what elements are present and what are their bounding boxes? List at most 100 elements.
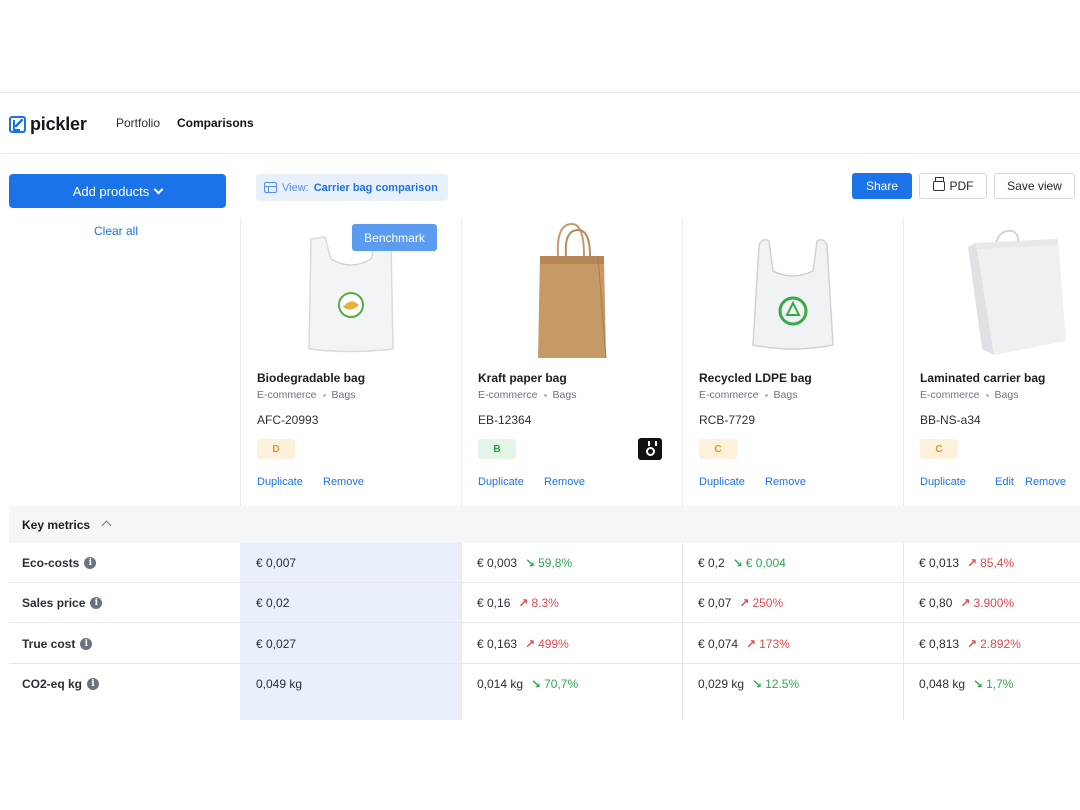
metric-cell: 0,014 kg ↘ 70,7% (477, 677, 578, 691)
arrow-down-right-icon: ↘ (732, 556, 743, 570)
printer-icon (932, 177, 945, 191)
product-card: Laminated carrier bag E-commerce Bags BB-… (903, 218, 1080, 506)
pdf-button[interactable]: PDF (919, 173, 987, 199)
metric-cell: € 0,80 ↗ 3.900% (919, 596, 1014, 610)
delta-value: 1,7% (986, 677, 1014, 691)
save-view-button[interactable]: Save view (994, 173, 1075, 199)
kraft-paper-bag-image (502, 222, 642, 359)
pdf-label: PDF (949, 179, 974, 193)
metric-cell: € 0,013 ↗ 85,4% (919, 556, 1014, 570)
table-view-icon (264, 182, 277, 193)
delta-indicator: ↘ 1,7% (973, 677, 1013, 691)
product-category: E-commerce Bags (478, 389, 576, 401)
view-name: Carrier bag comparison (313, 181, 438, 194)
pickler-logo[interactable]: pickler (9, 114, 87, 135)
metric-value: 0,048 kg (919, 677, 966, 691)
product-category: E-commerce Bags (920, 389, 1018, 401)
info-icon[interactable]: i (90, 597, 103, 609)
medal-glyph (645, 440, 657, 456)
product-actions: Duplicate Remove (478, 476, 585, 488)
nav-comparisons[interactable]: Comparisons (177, 116, 254, 130)
metric-value: € 0,074 (698, 637, 739, 651)
product-channel: E-commerce (478, 389, 538, 401)
info-icon[interactable]: i (84, 557, 97, 569)
delta-value: 3.900% (973, 596, 1015, 610)
metric-label: Sales price i (22, 596, 103, 610)
remove-link[interactable]: Remove (1025, 476, 1066, 488)
metric-value: € 0,07 (698, 596, 732, 610)
add-products-button[interactable]: Add products (9, 174, 226, 208)
product-category: E-commerce Bags (257, 389, 355, 401)
metric-value: € 0,027 (256, 637, 297, 651)
metric-cell: € 0,074 ↗ 173% (698, 637, 790, 651)
product-actions: Duplicate Remove (699, 476, 806, 488)
key-metrics-header[interactable]: Key metrics (9, 506, 1080, 543)
add-products-label: Add products (72, 183, 150, 199)
metric-cell: € 0,2 ↘ € 0,004 (698, 556, 786, 570)
delta-value: 173% (759, 637, 790, 651)
remove-link[interactable]: Remove (544, 476, 585, 488)
metric-name: True cost (22, 637, 76, 651)
edit-link[interactable]: Edit (995, 476, 1025, 488)
separator-dot (543, 393, 547, 397)
product-type: Bags (331, 389, 356, 401)
arrow-up-right-icon: ↗ (967, 637, 978, 651)
product-sku: AFC-20993 (257, 413, 319, 427)
grade-badge: C (699, 439, 737, 459)
metric-value: 0,014 kg (477, 677, 524, 691)
remove-link[interactable]: Remove (765, 476, 806, 488)
delta-indicator: ↗ 3.900% (960, 596, 1014, 610)
metric-value: € 0,80 (919, 596, 953, 610)
delta-value: 12.5% (765, 677, 800, 691)
metric-value: € 0,813 (919, 637, 960, 651)
arrow-down-right-icon: ↘ (973, 677, 984, 691)
product-name: Recycled LDPE bag (699, 371, 812, 385)
delta-indicator: ↗ 2.892% (967, 637, 1021, 651)
share-button[interactable]: Share (852, 173, 912, 199)
delta-value: € 0,004 (745, 556, 786, 570)
metric-cell: € 0,007 (256, 556, 296, 570)
chevron-down-icon (153, 184, 164, 194)
duplicate-link[interactable]: Duplicate (478, 476, 544, 488)
product-name: Biodegradable bag (257, 371, 366, 385)
delta-indicator: ↗ 8.3% (518, 596, 558, 610)
arrow-up-right-icon: ↗ (518, 596, 529, 610)
metric-value: € 0,16 (477, 596, 511, 610)
metric-value: 0,049 kg (256, 677, 303, 691)
nav-portfolio[interactable]: Portfolio (116, 116, 160, 130)
delta-indicator: ↘ € 0,004 (733, 556, 786, 570)
metric-cell: € 0,813 ↗ 2.892% (919, 637, 1021, 651)
grade-badge: D (257, 439, 295, 459)
product-card: Recycled LDPE bag E-commerce Bags RCB-772… (682, 218, 903, 506)
duplicate-link[interactable]: Duplicate (699, 476, 765, 488)
delta-indicator: ↗ 499% (525, 637, 569, 651)
product-sku: BB-NS-a34 (920, 413, 981, 427)
remove-link[interactable]: Remove (323, 476, 364, 488)
info-icon[interactable]: i (87, 678, 100, 690)
product-type: Bags (552, 389, 577, 401)
product-channel: E-commerce (257, 389, 317, 401)
duplicate-link[interactable]: Duplicate (257, 476, 323, 488)
duplicate-link[interactable]: Duplicate (920, 476, 995, 488)
metric-value: € 0,013 (919, 556, 960, 570)
info-icon[interactable]: i (80, 638, 93, 650)
section-title: Key metrics (22, 518, 91, 532)
metric-value: 0,029 kg (698, 677, 745, 691)
metric-row-true-cost: True cost i € 0,027 € 0,163 ↗ 499% € 0,074 ↗… (9, 624, 1080, 664)
metric-label: True cost i (22, 637, 93, 651)
arrow-down-right-icon: ↘ (752, 677, 763, 691)
product-channel: E-commerce (699, 389, 759, 401)
separator-dot (764, 393, 768, 397)
metric-name: CO2-eq kg (22, 677, 83, 691)
delta-indicator: ↗ 173% (746, 637, 790, 651)
metric-value: € 0,003 (477, 556, 518, 570)
metric-value: € 0,2 (698, 556, 725, 570)
product-sku: RCB-7729 (699, 413, 756, 427)
medal-icon[interactable] (638, 438, 662, 460)
clear-all-link[interactable]: Clear all (94, 224, 138, 238)
product-card: Kraft paper bag E-commerce Bags EB-12364 … (461, 218, 682, 506)
view-selector[interactable]: View: Carrier bag comparison (256, 174, 448, 201)
product-card: Biodegradable bag E-commerce Bags AFC-209… (240, 218, 461, 506)
benchmark-badge[interactable]: Benchmark (352, 224, 437, 251)
arrow-down-right-icon: ↘ (525, 556, 536, 570)
